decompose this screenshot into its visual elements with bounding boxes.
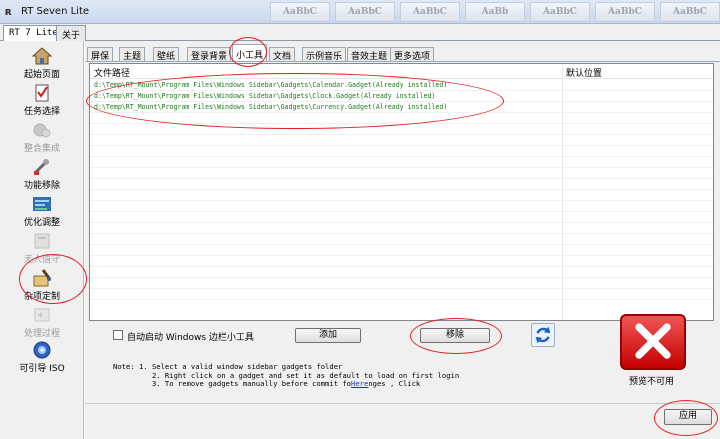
ribbon-style: AaBb: [465, 2, 525, 22]
sidebar-item-customize[interactable]: 杂项定制: [4, 267, 80, 307]
apply-button[interactable]: 应用: [664, 409, 712, 425]
ribbon-style: AaBbC: [595, 2, 655, 22]
empty-row: .: [90, 135, 713, 146]
tab-more-options[interactable]: 更多选项: [390, 47, 435, 62]
autostart-gadgets-checkbox[interactable]: [113, 330, 123, 340]
close-x-icon: [635, 323, 671, 359]
sidebar-item-label: 可引导 ISO: [19, 364, 65, 374]
refresh-icon: [535, 326, 551, 344]
here-link[interactable]: Here: [351, 379, 368, 388]
integrate-gears-icon: [33, 123, 51, 138]
tweak-bars-icon: [33, 197, 51, 211]
no-preview-image: [620, 314, 686, 370]
empty-row: .: [90, 179, 713, 190]
main-panel: 屏保 主题 壁纸 登录背景 小工具 文档 示例音乐 音效主题 更多选项 文件路径…: [85, 41, 720, 439]
sidebar-item-label: 无人值守: [23, 255, 60, 265]
tab-divider: [85, 61, 720, 62]
tab-wallpaper[interactable]: 壁纸: [153, 47, 180, 62]
add-button[interactable]: 添加: [295, 328, 361, 343]
empty-row: .: [90, 256, 713, 267]
app-icon: ʀ: [5, 5, 13, 18]
ribbon-style: AaBbC: [660, 2, 720, 22]
column-default-location[interactable]: 默认位置: [566, 66, 602, 79]
top-tab-strip: RT 7 Lite 关于: [0, 24, 720, 42]
tab-screensaver[interactable]: 屏保: [87, 47, 114, 62]
window-title: RT Seven Lite: [21, 6, 90, 17]
sidebar-item-label: 杂项定制: [23, 292, 60, 302]
tab-gadgets[interactable]: 小工具: [232, 44, 268, 62]
tab-theme[interactable]: 主题: [119, 47, 146, 62]
no-preview-label: 预览不可用: [629, 377, 675, 387]
empty-row: .: [90, 278, 713, 289]
customize-brush-icon: [33, 269, 51, 287]
note-line-3-prefix: 3. To remove gadgets manually before com…: [151, 379, 352, 388]
empty-row: .: [90, 146, 713, 157]
sidebar-item-unattended[interactable]: 无人值守: [4, 230, 80, 270]
list-rows: d:\Temp\RT_Mount\Program Files\Windows S…: [90, 80, 713, 300]
iso-disc-icon: [33, 341, 51, 359]
autostart-gadgets-label: 自动启动 Windows 边栏小工具: [127, 333, 254, 343]
list-item[interactable]: d:\Temp\RT_Mount\Program Files\Windows S…: [90, 102, 713, 113]
empty-row: .: [90, 157, 713, 168]
background-ribbon: AaBbC AaBbC AaBbC AaBb AaBbC AaBbC AaBbC: [270, 2, 720, 22]
empty-row: .: [90, 212, 713, 223]
refresh-button[interactable]: [531, 323, 555, 347]
sidebar: 起始页面 任务选择 整合集成 功能移除 优化调整 无人值守 杂项定制 处理过程 …: [0, 41, 84, 439]
ribbon-style: AaBbC: [400, 2, 460, 22]
remove-button[interactable]: 移除: [420, 328, 490, 343]
tab-rt7lite[interactable]: RT 7 Lite: [3, 25, 64, 42]
remove-tools-icon: [33, 159, 49, 175]
sidebar-item-start[interactable]: 起始页面: [4, 45, 80, 85]
sidebar-item-remove[interactable]: 功能移除: [4, 156, 80, 196]
empty-row: .: [90, 267, 713, 278]
sidebar-item-integrate[interactable]: 整合集成: [4, 119, 80, 159]
empty-row: .: [90, 245, 713, 256]
sidebar-item-label: 任务选择: [23, 107, 60, 117]
unattended-icon: [34, 233, 50, 249]
ribbon-style: AaBbC: [335, 2, 395, 22]
sidebar-item-tweak[interactable]: 优化调整: [4, 193, 80, 233]
tab-about[interactable]: 关于: [56, 25, 87, 41]
process-icon: [34, 308, 50, 322]
sidebar-item-label: 处理过程: [23, 329, 60, 339]
sub-tab-strip: 屏保 主题 壁纸 登录背景 小工具 文档 示例音乐 音效主题 更多选项: [85, 44, 720, 62]
tab-sound-theme[interactable]: 音效主题: [347, 47, 392, 62]
sidebar-item-label: 整合集成: [23, 144, 60, 154]
column-file-path[interactable]: 文件路径: [94, 66, 130, 79]
empty-row: .: [90, 223, 713, 234]
gadget-list[interactable]: 文件路径 默认位置 d:\Temp\RT_Mount\Program Files…: [89, 63, 714, 321]
sidebar-item-label: 起始页面: [23, 70, 60, 80]
tab-logon-background[interactable]: 登录背景: [187, 47, 232, 62]
empty-row: .: [90, 168, 713, 179]
home-icon: [31, 47, 53, 65]
list-item[interactable]: d:\Temp\RT_Mount\Program Files\Windows S…: [90, 91, 713, 102]
list-item[interactable]: d:\Temp\RT_Mount\Program Files\Windows S…: [90, 80, 713, 91]
empty-row: .: [90, 190, 713, 201]
sidebar-item-label: 优化调整: [23, 218, 60, 228]
notes-text: Note: 1. Select a valid window sidebar g…: [113, 362, 459, 389]
sidebar-item-tasks[interactable]: 任务选择: [4, 82, 80, 122]
ribbon-style: AaBbC: [270, 2, 330, 22]
tab-documents[interactable]: 文档: [269, 47, 296, 62]
ribbon-style: AaBbC: [530, 2, 590, 22]
empty-row: .: [90, 113, 713, 124]
empty-row: .: [90, 289, 713, 300]
sidebar-item-label: 功能移除: [23, 181, 60, 191]
empty-row: .: [90, 201, 713, 212]
empty-row: .: [90, 234, 713, 245]
tab-sample-music[interactable]: 示例音乐: [302, 47, 347, 62]
list-header: 文件路径 默认位置: [90, 64, 713, 79]
note-line-3-suffix: nges , Click: [368, 379, 421, 388]
title-bar: ʀ RT Seven Lite AaBbC AaBbC AaBbC AaBb A…: [0, 0, 720, 24]
task-checklist-icon: [35, 84, 49, 102]
sidebar-item-iso[interactable]: 可引导 ISO: [4, 339, 80, 379]
empty-row: .: [90, 124, 713, 135]
bottom-divider: [85, 403, 720, 404]
sidebar-item-process[interactable]: 处理过程: [4, 304, 80, 344]
